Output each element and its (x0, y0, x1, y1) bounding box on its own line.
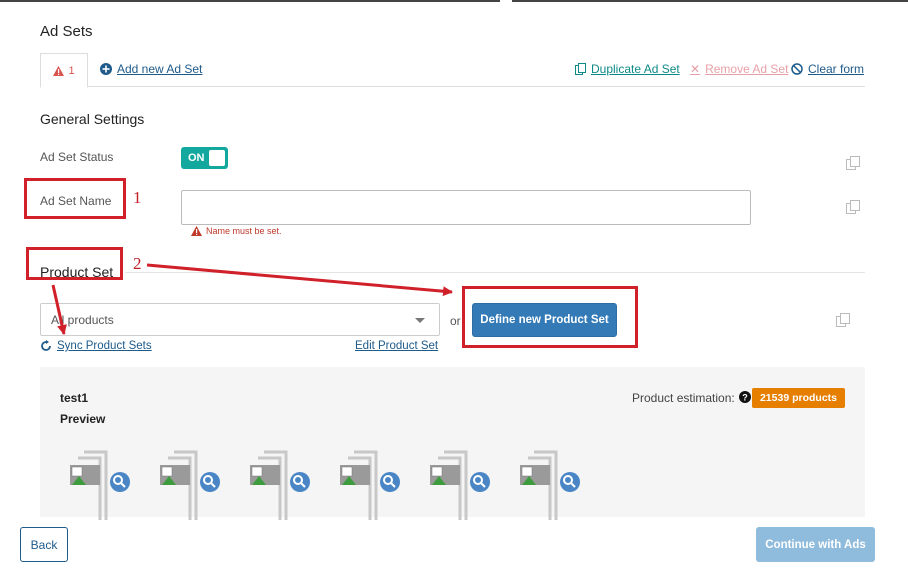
back-button[interactable]: Back (20, 527, 68, 562)
product-set-select-value: All products (51, 312, 114, 327)
product-thumbnail[interactable] (340, 448, 402, 520)
top-divider-left (0, 0, 500, 2)
toggle-state: ON (188, 152, 205, 164)
tab-ad-set-1[interactable]: 1 (40, 53, 88, 88)
product-thumbnail[interactable] (160, 448, 222, 520)
ad-set-status-label: Ad Set Status (40, 150, 114, 164)
product-set-title: Product Set (40, 264, 114, 280)
product-set-name: test1 (60, 391, 89, 405)
continue-with-ads-button[interactable]: Continue with Ads (756, 527, 875, 562)
product-estimation-label: Product estimation: (632, 391, 735, 405)
remove-ad-set-link[interactable]: ✕ Remove Ad Set (690, 62, 788, 76)
plus-circle-icon (100, 63, 112, 75)
arrow-to-define-button (146, 263, 453, 297)
copy-icon (575, 63, 586, 75)
annotation-number-2: 2 (133, 254, 142, 273)
refresh-icon (41, 340, 51, 351)
clear-form-label: Clear form (808, 62, 865, 76)
duplicate-ad-set-label: Duplicate Ad Set (591, 62, 680, 76)
define-new-product-set-button[interactable]: Define new Product Set (472, 303, 617, 337)
ad-set-tabs: 1 Add new Ad Set Duplicate Ad Set ✕ Remo… (40, 53, 865, 88)
help-icon[interactable]: ? (739, 391, 751, 403)
caret-down-icon (415, 318, 425, 323)
product-thumbnail[interactable] (520, 448, 582, 520)
product-thumbnail[interactable] (430, 448, 492, 520)
add-new-ad-set-label: Add new Ad Set (117, 62, 203, 76)
toggle-knob (209, 150, 225, 166)
preview-label: Preview (60, 412, 106, 426)
remove-ad-set-label: Remove Ad Set (705, 62, 789, 76)
ad-set-name-label: Ad Set Name (40, 194, 112, 208)
name-error-text: Name must be set. (206, 226, 282, 236)
copy-icon[interactable] (836, 313, 850, 327)
product-count-badge: 21539 products (752, 388, 845, 408)
product-thumbnail[interactable] (250, 448, 312, 520)
duplicate-ad-set-link[interactable]: Duplicate Ad Set (575, 62, 680, 76)
product-thumbnail[interactable] (70, 448, 132, 520)
add-new-ad-set-link[interactable]: Add new Ad Set (100, 62, 202, 76)
edit-product-set-link[interactable]: Edit Product Set (355, 340, 438, 352)
name-error-message: Name must be set. (191, 226, 282, 236)
section-divider (125, 272, 865, 273)
ad-set-status-toggle[interactable]: ON (181, 147, 228, 169)
warning-icon (53, 65, 65, 76)
product-set-select[interactable]: All products (40, 303, 440, 336)
ban-icon (791, 63, 803, 75)
annotation-number-1: 1 (133, 188, 142, 207)
general-settings-title: General Settings (40, 111, 145, 127)
tab-label: 1 (68, 64, 75, 77)
close-icon: ✕ (690, 62, 701, 76)
top-divider-right (512, 0, 908, 2)
sync-product-sets-link[interactable]: Sync Product Sets (40, 340, 152, 352)
page-title: Ad Sets (40, 23, 93, 40)
copy-icon[interactable] (846, 200, 860, 214)
copy-icon[interactable] (846, 156, 860, 170)
warning-icon (191, 226, 202, 236)
clear-form-link[interactable]: Clear form (791, 62, 864, 76)
or-text: or (450, 314, 461, 328)
sync-product-sets-label: Sync Product Sets (57, 340, 152, 352)
ad-set-name-input[interactable] (181, 190, 751, 225)
svg-text:?: ? (742, 393, 748, 403)
